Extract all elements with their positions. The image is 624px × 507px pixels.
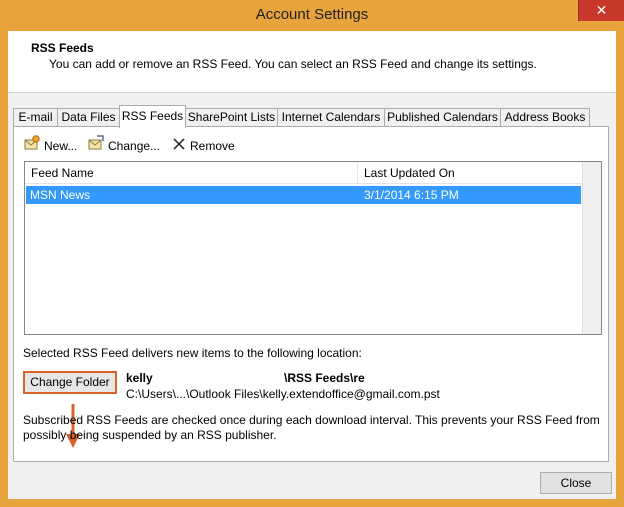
feed-updated-cell: 3/1/2014 6:15 PM bbox=[364, 188, 459, 202]
change-label: Change... bbox=[108, 139, 161, 153]
tab-sharepoint-lists[interactable]: SharePoint Lists bbox=[185, 108, 278, 127]
dialog-header: RSS Feeds You can add or remove an RSS F… bbox=[8, 31, 616, 93]
change-folder-button[interactable]: Change Folder bbox=[23, 371, 117, 394]
tab-email[interactable]: E-mail bbox=[13, 108, 58, 127]
new-label: New... bbox=[44, 139, 78, 153]
remove-label: Remove bbox=[190, 139, 235, 153]
account-user: kelly bbox=[126, 371, 153, 385]
new-feed-icon bbox=[24, 135, 40, 158]
header-title: RSS Feeds bbox=[31, 41, 94, 55]
tab-rss-feeds[interactable]: RSS Feeds bbox=[119, 105, 186, 128]
column-feed-name[interactable]: Feed Name bbox=[25, 162, 357, 184]
window-title: Account Settings bbox=[255, 6, 369, 23]
location-label: Selected RSS Feed delivers new items to … bbox=[23, 346, 362, 360]
tab-address-books[interactable]: Address Books bbox=[500, 108, 590, 127]
tab-internet-calendars[interactable]: Internet Calendars bbox=[277, 108, 385, 127]
tab-published-calendars[interactable]: Published Calendars bbox=[384, 108, 501, 127]
change-feed-icon bbox=[88, 135, 104, 158]
list-scrollbar[interactable] bbox=[582, 162, 601, 334]
title-bar: Account Settings ✕ bbox=[0, 0, 624, 30]
close-button[interactable]: Close bbox=[540, 472, 612, 494]
data-file-path: C:\Users\...\Outlook Files\kelly.extendo… bbox=[126, 387, 440, 401]
tab-data-files[interactable]: Data Files bbox=[57, 108, 120, 127]
feed-list[interactable]: Feed Name Last Updated On MSN News 3/1/2… bbox=[24, 161, 602, 335]
new-button[interactable]: New... bbox=[24, 135, 77, 157]
remove-x-icon bbox=[172, 136, 186, 158]
feed-list-header: Feed Name Last Updated On bbox=[25, 162, 583, 184]
header-subtitle: You can add or remove an RSS Feed. You c… bbox=[49, 57, 537, 71]
dialog-client: RSS Feeds You can add or remove an RSS F… bbox=[8, 31, 616, 499]
feed-folder: \RSS Feeds\re bbox=[284, 371, 365, 385]
remove-button[interactable]: Remove bbox=[172, 135, 235, 157]
column-last-updated[interactable]: Last Updated On bbox=[357, 162, 583, 184]
feed-row[interactable]: MSN News 3/1/2014 6:15 PM bbox=[26, 186, 581, 204]
info-text: Subscribed RSS Feeds are checked once du… bbox=[23, 413, 600, 442]
rss-feeds-panel: New... Change... Remove Feed Name Last U… bbox=[13, 126, 609, 462]
window-close-button[interactable]: ✕ bbox=[578, 0, 624, 21]
feed-name-cell: MSN News bbox=[30, 188, 91, 202]
change-button[interactable]: Change... bbox=[88, 135, 160, 157]
